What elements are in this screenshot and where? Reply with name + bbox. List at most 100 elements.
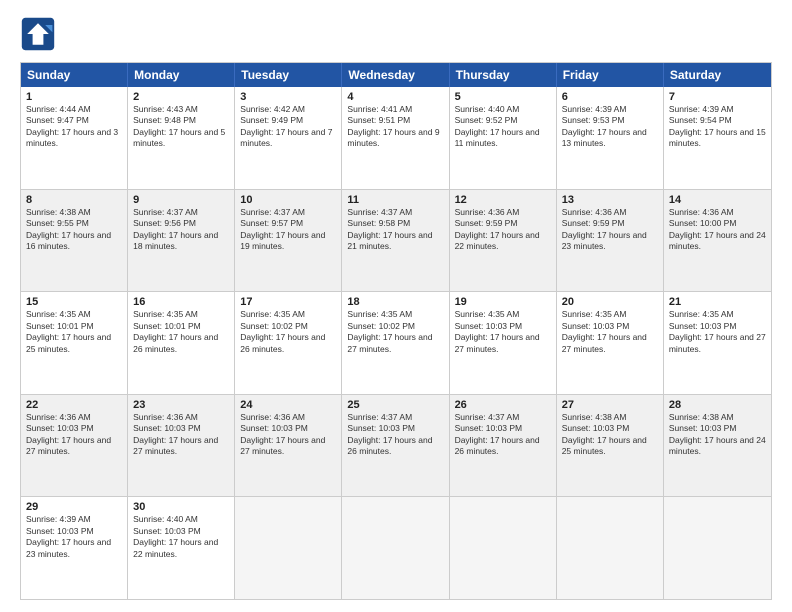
- day-number: 17: [240, 296, 336, 308]
- day-cell-21: 21Sunrise: 4:35 AMSunset: 10:03 PMDaylig…: [664, 292, 771, 394]
- calendar-row-2: 8Sunrise: 4:38 AMSunset: 9:55 PMDaylight…: [21, 189, 771, 292]
- day-cell-23: 23Sunrise: 4:36 AMSunset: 10:03 PMDaylig…: [128, 395, 235, 497]
- cell-info: Sunrise: 4:40 AMSunset: 9:52 PMDaylight:…: [455, 104, 551, 150]
- day-cell-28: 28Sunrise: 4:38 AMSunset: 10:03 PMDaylig…: [664, 395, 771, 497]
- cell-info: Sunrise: 4:36 AMSunset: 10:03 PMDaylight…: [240, 412, 336, 458]
- cell-info: Sunrise: 4:44 AMSunset: 9:47 PMDaylight:…: [26, 104, 122, 150]
- cell-info: Sunrise: 4:38 AMSunset: 10:03 PMDaylight…: [562, 412, 658, 458]
- cell-info: Sunrise: 4:36 AMSunset: 9:59 PMDaylight:…: [562, 207, 658, 253]
- empty-cell: [557, 497, 664, 599]
- calendar-row-1: 1Sunrise: 4:44 AMSunset: 9:47 PMDaylight…: [21, 87, 771, 189]
- cell-info: Sunrise: 4:41 AMSunset: 9:51 PMDaylight:…: [347, 104, 443, 150]
- day-number: 19: [455, 296, 551, 308]
- header-day-tuesday: Tuesday: [235, 63, 342, 87]
- day-cell-3: 3Sunrise: 4:42 AMSunset: 9:49 PMDaylight…: [235, 87, 342, 189]
- day-number: 2: [133, 91, 229, 103]
- header-day-saturday: Saturday: [664, 63, 771, 87]
- cell-info: Sunrise: 4:35 AMSunset: 10:01 PMDaylight…: [26, 309, 122, 355]
- day-cell-27: 27Sunrise: 4:38 AMSunset: 10:03 PMDaylig…: [557, 395, 664, 497]
- day-cell-4: 4Sunrise: 4:41 AMSunset: 9:51 PMDaylight…: [342, 87, 449, 189]
- cell-info: Sunrise: 4:35 AMSunset: 10:02 PMDaylight…: [240, 309, 336, 355]
- cell-info: Sunrise: 4:35 AMSunset: 10:01 PMDaylight…: [133, 309, 229, 355]
- day-cell-14: 14Sunrise: 4:36 AMSunset: 10:00 PMDaylig…: [664, 190, 771, 292]
- day-number: 8: [26, 194, 122, 206]
- empty-cell: [450, 497, 557, 599]
- day-cell-5: 5Sunrise: 4:40 AMSunset: 9:52 PMDaylight…: [450, 87, 557, 189]
- cell-info: Sunrise: 4:35 AMSunset: 10:03 PMDaylight…: [669, 309, 766, 355]
- cell-info: Sunrise: 4:43 AMSunset: 9:48 PMDaylight:…: [133, 104, 229, 150]
- logo-icon: [20, 16, 56, 52]
- day-number: 20: [562, 296, 658, 308]
- cell-info: Sunrise: 4:35 AMSunset: 10:03 PMDaylight…: [562, 309, 658, 355]
- day-number: 16: [133, 296, 229, 308]
- day-number: 23: [133, 399, 229, 411]
- day-number: 11: [347, 194, 443, 206]
- day-cell-26: 26Sunrise: 4:37 AMSunset: 10:03 PMDaylig…: [450, 395, 557, 497]
- day-number: 12: [455, 194, 551, 206]
- day-cell-1: 1Sunrise: 4:44 AMSunset: 9:47 PMDaylight…: [21, 87, 128, 189]
- day-cell-16: 16Sunrise: 4:35 AMSunset: 10:01 PMDaylig…: [128, 292, 235, 394]
- cell-info: Sunrise: 4:37 AMSunset: 9:58 PMDaylight:…: [347, 207, 443, 253]
- logo: [20, 16, 60, 52]
- header-day-wednesday: Wednesday: [342, 63, 449, 87]
- day-number: 1: [26, 91, 122, 103]
- day-cell-29: 29Sunrise: 4:39 AMSunset: 10:03 PMDaylig…: [21, 497, 128, 599]
- day-cell-7: 7Sunrise: 4:39 AMSunset: 9:54 PMDaylight…: [664, 87, 771, 189]
- day-number: 24: [240, 399, 336, 411]
- day-number: 18: [347, 296, 443, 308]
- day-cell-20: 20Sunrise: 4:35 AMSunset: 10:03 PMDaylig…: [557, 292, 664, 394]
- cell-info: Sunrise: 4:36 AMSunset: 10:00 PMDaylight…: [669, 207, 766, 253]
- cell-info: Sunrise: 4:35 AMSunset: 10:02 PMDaylight…: [347, 309, 443, 355]
- page: SundayMondayTuesdayWednesdayThursdayFrid…: [0, 0, 792, 612]
- day-number: 30: [133, 501, 229, 513]
- day-cell-9: 9Sunrise: 4:37 AMSunset: 9:56 PMDaylight…: [128, 190, 235, 292]
- day-cell-15: 15Sunrise: 4:35 AMSunset: 10:01 PMDaylig…: [21, 292, 128, 394]
- day-number: 10: [240, 194, 336, 206]
- cell-info: Sunrise: 4:40 AMSunset: 10:03 PMDaylight…: [133, 514, 229, 560]
- cell-info: Sunrise: 4:38 AMSunset: 9:55 PMDaylight:…: [26, 207, 122, 253]
- header: [20, 16, 772, 52]
- header-day-thursday: Thursday: [450, 63, 557, 87]
- header-day-sunday: Sunday: [21, 63, 128, 87]
- day-number: 22: [26, 399, 122, 411]
- day-number: 27: [562, 399, 658, 411]
- day-cell-8: 8Sunrise: 4:38 AMSunset: 9:55 PMDaylight…: [21, 190, 128, 292]
- day-number: 26: [455, 399, 551, 411]
- cell-info: Sunrise: 4:36 AMSunset: 10:03 PMDaylight…: [133, 412, 229, 458]
- day-cell-22: 22Sunrise: 4:36 AMSunset: 10:03 PMDaylig…: [21, 395, 128, 497]
- day-number: 28: [669, 399, 766, 411]
- calendar: SundayMondayTuesdayWednesdayThursdayFrid…: [20, 62, 772, 600]
- day-number: 9: [133, 194, 229, 206]
- day-number: 4: [347, 91, 443, 103]
- cell-info: Sunrise: 4:37 AMSunset: 9:57 PMDaylight:…: [240, 207, 336, 253]
- cell-info: Sunrise: 4:37 AMSunset: 9:56 PMDaylight:…: [133, 207, 229, 253]
- calendar-header: SundayMondayTuesdayWednesdayThursdayFrid…: [21, 63, 771, 87]
- cell-info: Sunrise: 4:38 AMSunset: 10:03 PMDaylight…: [669, 412, 766, 458]
- day-cell-25: 25Sunrise: 4:37 AMSunset: 10:03 PMDaylig…: [342, 395, 449, 497]
- cell-info: Sunrise: 4:42 AMSunset: 9:49 PMDaylight:…: [240, 104, 336, 150]
- day-number: 6: [562, 91, 658, 103]
- day-cell-10: 10Sunrise: 4:37 AMSunset: 9:57 PMDayligh…: [235, 190, 342, 292]
- calendar-body: 1Sunrise: 4:44 AMSunset: 9:47 PMDaylight…: [21, 87, 771, 599]
- day-number: 25: [347, 399, 443, 411]
- cell-info: Sunrise: 4:36 AMSunset: 10:03 PMDaylight…: [26, 412, 122, 458]
- day-number: 29: [26, 501, 122, 513]
- day-cell-13: 13Sunrise: 4:36 AMSunset: 9:59 PMDayligh…: [557, 190, 664, 292]
- day-cell-6: 6Sunrise: 4:39 AMSunset: 9:53 PMDaylight…: [557, 87, 664, 189]
- day-number: 5: [455, 91, 551, 103]
- header-day-monday: Monday: [128, 63, 235, 87]
- calendar-row-4: 22Sunrise: 4:36 AMSunset: 10:03 PMDaylig…: [21, 394, 771, 497]
- day-cell-18: 18Sunrise: 4:35 AMSunset: 10:02 PMDaylig…: [342, 292, 449, 394]
- day-cell-30: 30Sunrise: 4:40 AMSunset: 10:03 PMDaylig…: [128, 497, 235, 599]
- empty-cell: [235, 497, 342, 599]
- day-number: 15: [26, 296, 122, 308]
- cell-info: Sunrise: 4:39 AMSunset: 9:53 PMDaylight:…: [562, 104, 658, 150]
- cell-info: Sunrise: 4:39 AMSunset: 10:03 PMDaylight…: [26, 514, 122, 560]
- calendar-row-3: 15Sunrise: 4:35 AMSunset: 10:01 PMDaylig…: [21, 291, 771, 394]
- day-cell-19: 19Sunrise: 4:35 AMSunset: 10:03 PMDaylig…: [450, 292, 557, 394]
- cell-info: Sunrise: 4:37 AMSunset: 10:03 PMDaylight…: [347, 412, 443, 458]
- cell-info: Sunrise: 4:39 AMSunset: 9:54 PMDaylight:…: [669, 104, 766, 150]
- cell-info: Sunrise: 4:37 AMSunset: 10:03 PMDaylight…: [455, 412, 551, 458]
- header-day-friday: Friday: [557, 63, 664, 87]
- empty-cell: [664, 497, 771, 599]
